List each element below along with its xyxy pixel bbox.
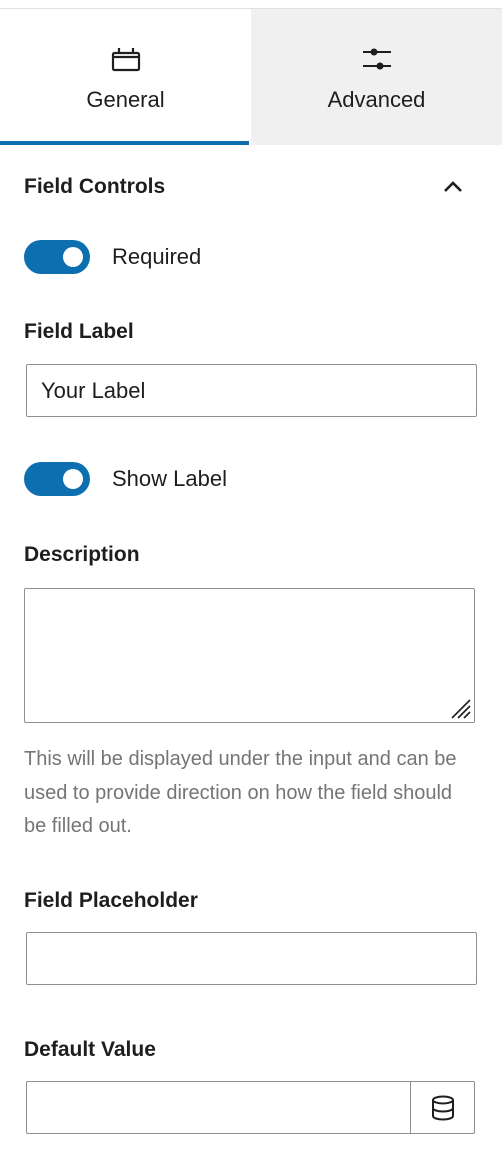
description-title: Description bbox=[24, 543, 140, 566]
placeholder-input[interactable] bbox=[26, 932, 477, 985]
panel-top-border bbox=[0, 0, 502, 9]
description-help-text: This will be displayed under the input a… bbox=[24, 748, 457, 837]
required-label: Required bbox=[112, 244, 202, 269]
tab-general[interactable]: General bbox=[0, 9, 251, 145]
chevron-up-icon[interactable] bbox=[442, 176, 464, 198]
panel-title: Field Controls bbox=[24, 175, 166, 198]
show-label-label: Show Label bbox=[112, 466, 227, 491]
calendar-icon bbox=[111, 48, 140, 72]
description-textarea[interactable] bbox=[24, 588, 475, 723]
show-label-toggle[interactable] bbox=[24, 462, 90, 496]
resize-handle-icon[interactable] bbox=[448, 696, 472, 720]
default-value-title: Default Value bbox=[24, 1038, 156, 1061]
toggle-knob bbox=[63, 247, 83, 267]
toggle-knob bbox=[63, 469, 83, 489]
default-value-field bbox=[26, 1081, 475, 1134]
default-value-input[interactable] bbox=[27, 1082, 411, 1133]
dynamic-data-button[interactable] bbox=[411, 1082, 474, 1133]
sliders-icon bbox=[362, 48, 391, 70]
tab-bar: General Advanced bbox=[0, 9, 502, 145]
tab-advanced[interactable]: Advanced bbox=[251, 9, 502, 145]
field-label-title: Field Label bbox=[24, 320, 134, 343]
tab-advanced-label: Advanced bbox=[327, 87, 426, 112]
database-icon bbox=[431, 1095, 454, 1121]
placeholder-title: Field Placeholder bbox=[24, 889, 198, 912]
required-toggle[interactable] bbox=[24, 240, 90, 274]
tab-general-label: General bbox=[86, 87, 165, 112]
field-label-input[interactable] bbox=[26, 364, 477, 417]
